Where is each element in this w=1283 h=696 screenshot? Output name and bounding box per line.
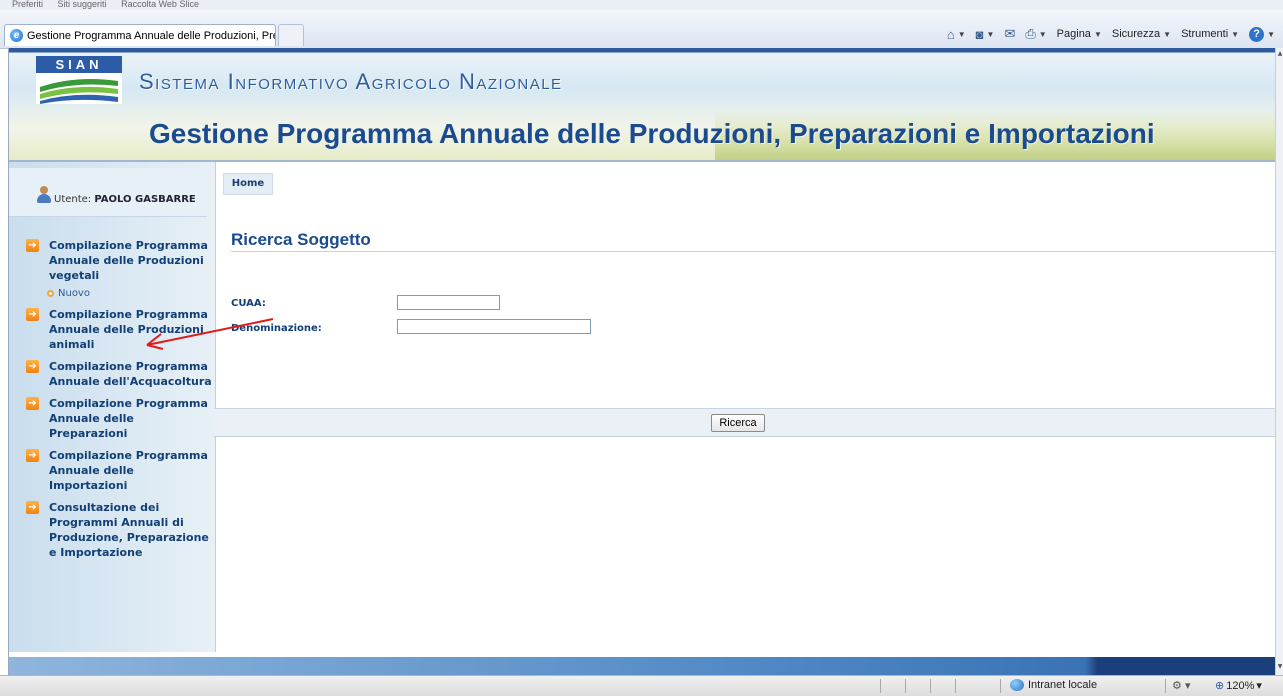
chevron-down-icon: ▼ <box>1231 29 1240 39</box>
user-info: Utente: PAOLO GASBARRE <box>54 194 196 205</box>
menu-item-label[interactable]: Compilazione Programma Annuale delle Pro… <box>49 238 213 283</box>
search-action-bar: Ricerca <box>214 408 1275 437</box>
menu-item-label[interactable]: Compilazione Programma Annuale dell'Acqu… <box>49 359 213 389</box>
chevron-down-icon: ▼ <box>1267 29 1275 39</box>
arrow-right-icon: ➔ <box>26 308 39 321</box>
chevron-down-icon: ▼ <box>957 29 966 39</box>
chevron-down-icon: ▼ <box>1093 29 1102 39</box>
logo-text: SIAN <box>36 56 122 73</box>
zoom-control[interactable]: ⊕ 120% ▾ <box>1215 679 1262 693</box>
tools-menu[interactable]: Strumenti ▼ <box>1181 28 1239 40</box>
status-separator <box>930 679 931 693</box>
home-button[interactable]: ⌂ ▼ <box>947 27 966 42</box>
page-title: Ricerca Soggetto <box>231 230 371 249</box>
vertical-scrollbar[interactable]: ▲ ▼ <box>1275 48 1283 675</box>
favorites-item[interactable]: Siti suggeriti <box>58 0 107 9</box>
favorites-bar: Preferiti Siti suggeriti Raccolta Web Sl… <box>0 0 1283 10</box>
status-separator <box>1165 679 1166 693</box>
status-separator <box>880 679 881 693</box>
arrow-right-icon: ➔ <box>26 449 39 462</box>
feeds-button[interactable]: ◙ ▼ <box>976 27 995 42</box>
denominazione-input[interactable] <box>397 319 591 334</box>
user-name: PAOLO GASBARRE <box>94 194 196 205</box>
scroll-down-icon[interactable]: ▼ <box>1276 663 1283 673</box>
ie-page-icon: e <box>10 29 23 42</box>
system-name: Sistema Informativo Agricolo Nazionale <box>139 69 563 94</box>
denominazione-label: Denominazione: <box>231 323 322 334</box>
logo-waves-icon <box>36 73 122 104</box>
browser-tab-row: e Gestione Programma Annuale delle Produ… <box>0 10 1283 49</box>
chevron-down-icon: ▼ <box>986 29 995 39</box>
browser-tab-title: Gestione Programma Annuale delle Produzi… <box>27 30 276 42</box>
cuaa-input[interactable] <box>397 295 500 310</box>
new-tab-button[interactable] <box>278 24 304 46</box>
page-menu[interactable]: Pagina ▼ <box>1057 28 1102 40</box>
menu-item-importazioni[interactable]: ➔ Compilazione Programma Annuale delle I… <box>25 448 213 493</box>
user-label: Utente: <box>54 194 92 205</box>
sidebar-menu: ➔ Compilazione Programma Annuale delle P… <box>25 238 213 567</box>
cuaa-label: CUAA: <box>231 298 266 309</box>
page-menu-label: Pagina <box>1056 28 1091 40</box>
help-menu[interactable]: ? ▼ <box>1249 26 1275 42</box>
protected-mode-button[interactable]: ⚙ ▾ <box>1172 679 1190 692</box>
favorites-item[interactable]: Raccolta Web Slice <box>121 0 199 9</box>
menu-item-acquacoltura[interactable]: ➔ Compilazione Programma Annuale dell'Ac… <box>25 359 213 389</box>
command-bar: ⌂ ▼ ◙ ▼ ✉ ⎙ ▼ Pagina ▼ Sicurezza ▼ Strumenti ▼… <box>947 24 1275 44</box>
sidebar: Utente: PAOLO GASBARRE ➔ Compilazione Pr… <box>9 162 216 652</box>
arrow-right-icon: ➔ <box>26 397 39 410</box>
status-separator <box>905 679 906 693</box>
app-title: Gestione Programma Annuale delle Produzi… <box>149 118 1155 149</box>
status-separator <box>1000 679 1001 693</box>
page-frame: SIAN Sistema Informativo Agricolo Nazion… <box>8 48 1275 675</box>
rss-icon: ◙ <box>975 26 984 42</box>
security-zone-label: Intranet locale <box>1028 679 1098 691</box>
title-divider <box>231 251 1275 252</box>
browser-tab-active[interactable]: e Gestione Programma Annuale delle Produ… <box>4 24 276 46</box>
arrow-right-icon: ➔ <box>26 239 39 252</box>
sian-logo: SIAN <box>36 56 122 104</box>
footer-band <box>9 657 1275 675</box>
globe-icon <box>1010 679 1024 691</box>
security-zone[interactable]: Intranet locale <box>1010 679 1097 691</box>
home-icon: ⌂ <box>946 26 955 42</box>
scroll-up-icon[interactable]: ▲ <box>1276 50 1283 60</box>
site-header: SIAN Sistema Informativo Agricolo Nazion… <box>9 48 1275 162</box>
user-box: Utente: PAOLO GASBARRE <box>9 168 207 217</box>
arrow-right-icon: ➔ <box>26 501 39 514</box>
menu-item-label[interactable]: Compilazione Programma Annuale delle Pro… <box>49 307 213 352</box>
user-icon <box>37 186 51 204</box>
favorites-item[interactable]: Preferiti <box>12 0 43 9</box>
submenu-item-nuovo[interactable]: Nuovo <box>47 288 235 299</box>
menu-item-label[interactable]: Consultazione dei Programmi Annuali di P… <box>49 500 213 560</box>
protected-mode-icon: ⚙ <box>1172 680 1182 692</box>
print-button[interactable]: ⎙ ▼ <box>1025 26 1046 42</box>
help-icon: ? <box>1249 26 1265 42</box>
status-separator <box>955 679 956 693</box>
chevron-down-icon: ▾ <box>1256 680 1262 692</box>
menu-item-consultazione[interactable]: ➔ Consultazione dei Programmi Annuali di… <box>25 500 213 560</box>
chevron-down-icon: ▼ <box>1163 29 1172 39</box>
menu-item-produzioni-animali[interactable]: ➔ Compilazione Programma Annuale delle P… <box>25 307 213 352</box>
security-menu-label: Sicurezza <box>1111 28 1161 40</box>
menu-item-label[interactable]: Compilazione Programma Annuale delle Pre… <box>49 396 213 441</box>
tools-menu-label: Strumenti <box>1181 28 1229 40</box>
breadcrumb-home[interactable]: Home <box>223 173 273 195</box>
menu-item-label[interactable]: Compilazione Programma Annuale delle Imp… <box>49 448 213 493</box>
status-bar: Intranet locale ⚙ ▾ ⊕ 120% ▾ <box>0 675 1283 696</box>
submenu-item-label[interactable]: Nuovo <box>58 288 90 299</box>
search-button[interactable]: Ricerca <box>711 414 765 432</box>
chevron-down-icon: ▾ <box>1184 680 1191 692</box>
chevron-down-icon: ▼ <box>1038 29 1047 39</box>
menu-item-preparazioni[interactable]: ➔ Compilazione Programma Annuale delle P… <box>25 396 213 441</box>
mail-button[interactable]: ✉ <box>1004 26 1015 42</box>
mail-icon: ✉ <box>1004 26 1016 41</box>
zoom-level: 120% <box>1226 679 1255 692</box>
menu-item-produzioni-vegetali[interactable]: ➔ Compilazione Programma Annuale delle P… <box>25 238 213 283</box>
arrow-right-icon: ➔ <box>26 360 39 373</box>
magnifier-icon: ⊕ <box>1215 680 1225 692</box>
security-menu[interactable]: Sicurezza ▼ <box>1112 28 1171 40</box>
printer-icon: ⎙ <box>1025 26 1036 41</box>
bullet-circle-icon <box>47 289 54 297</box>
